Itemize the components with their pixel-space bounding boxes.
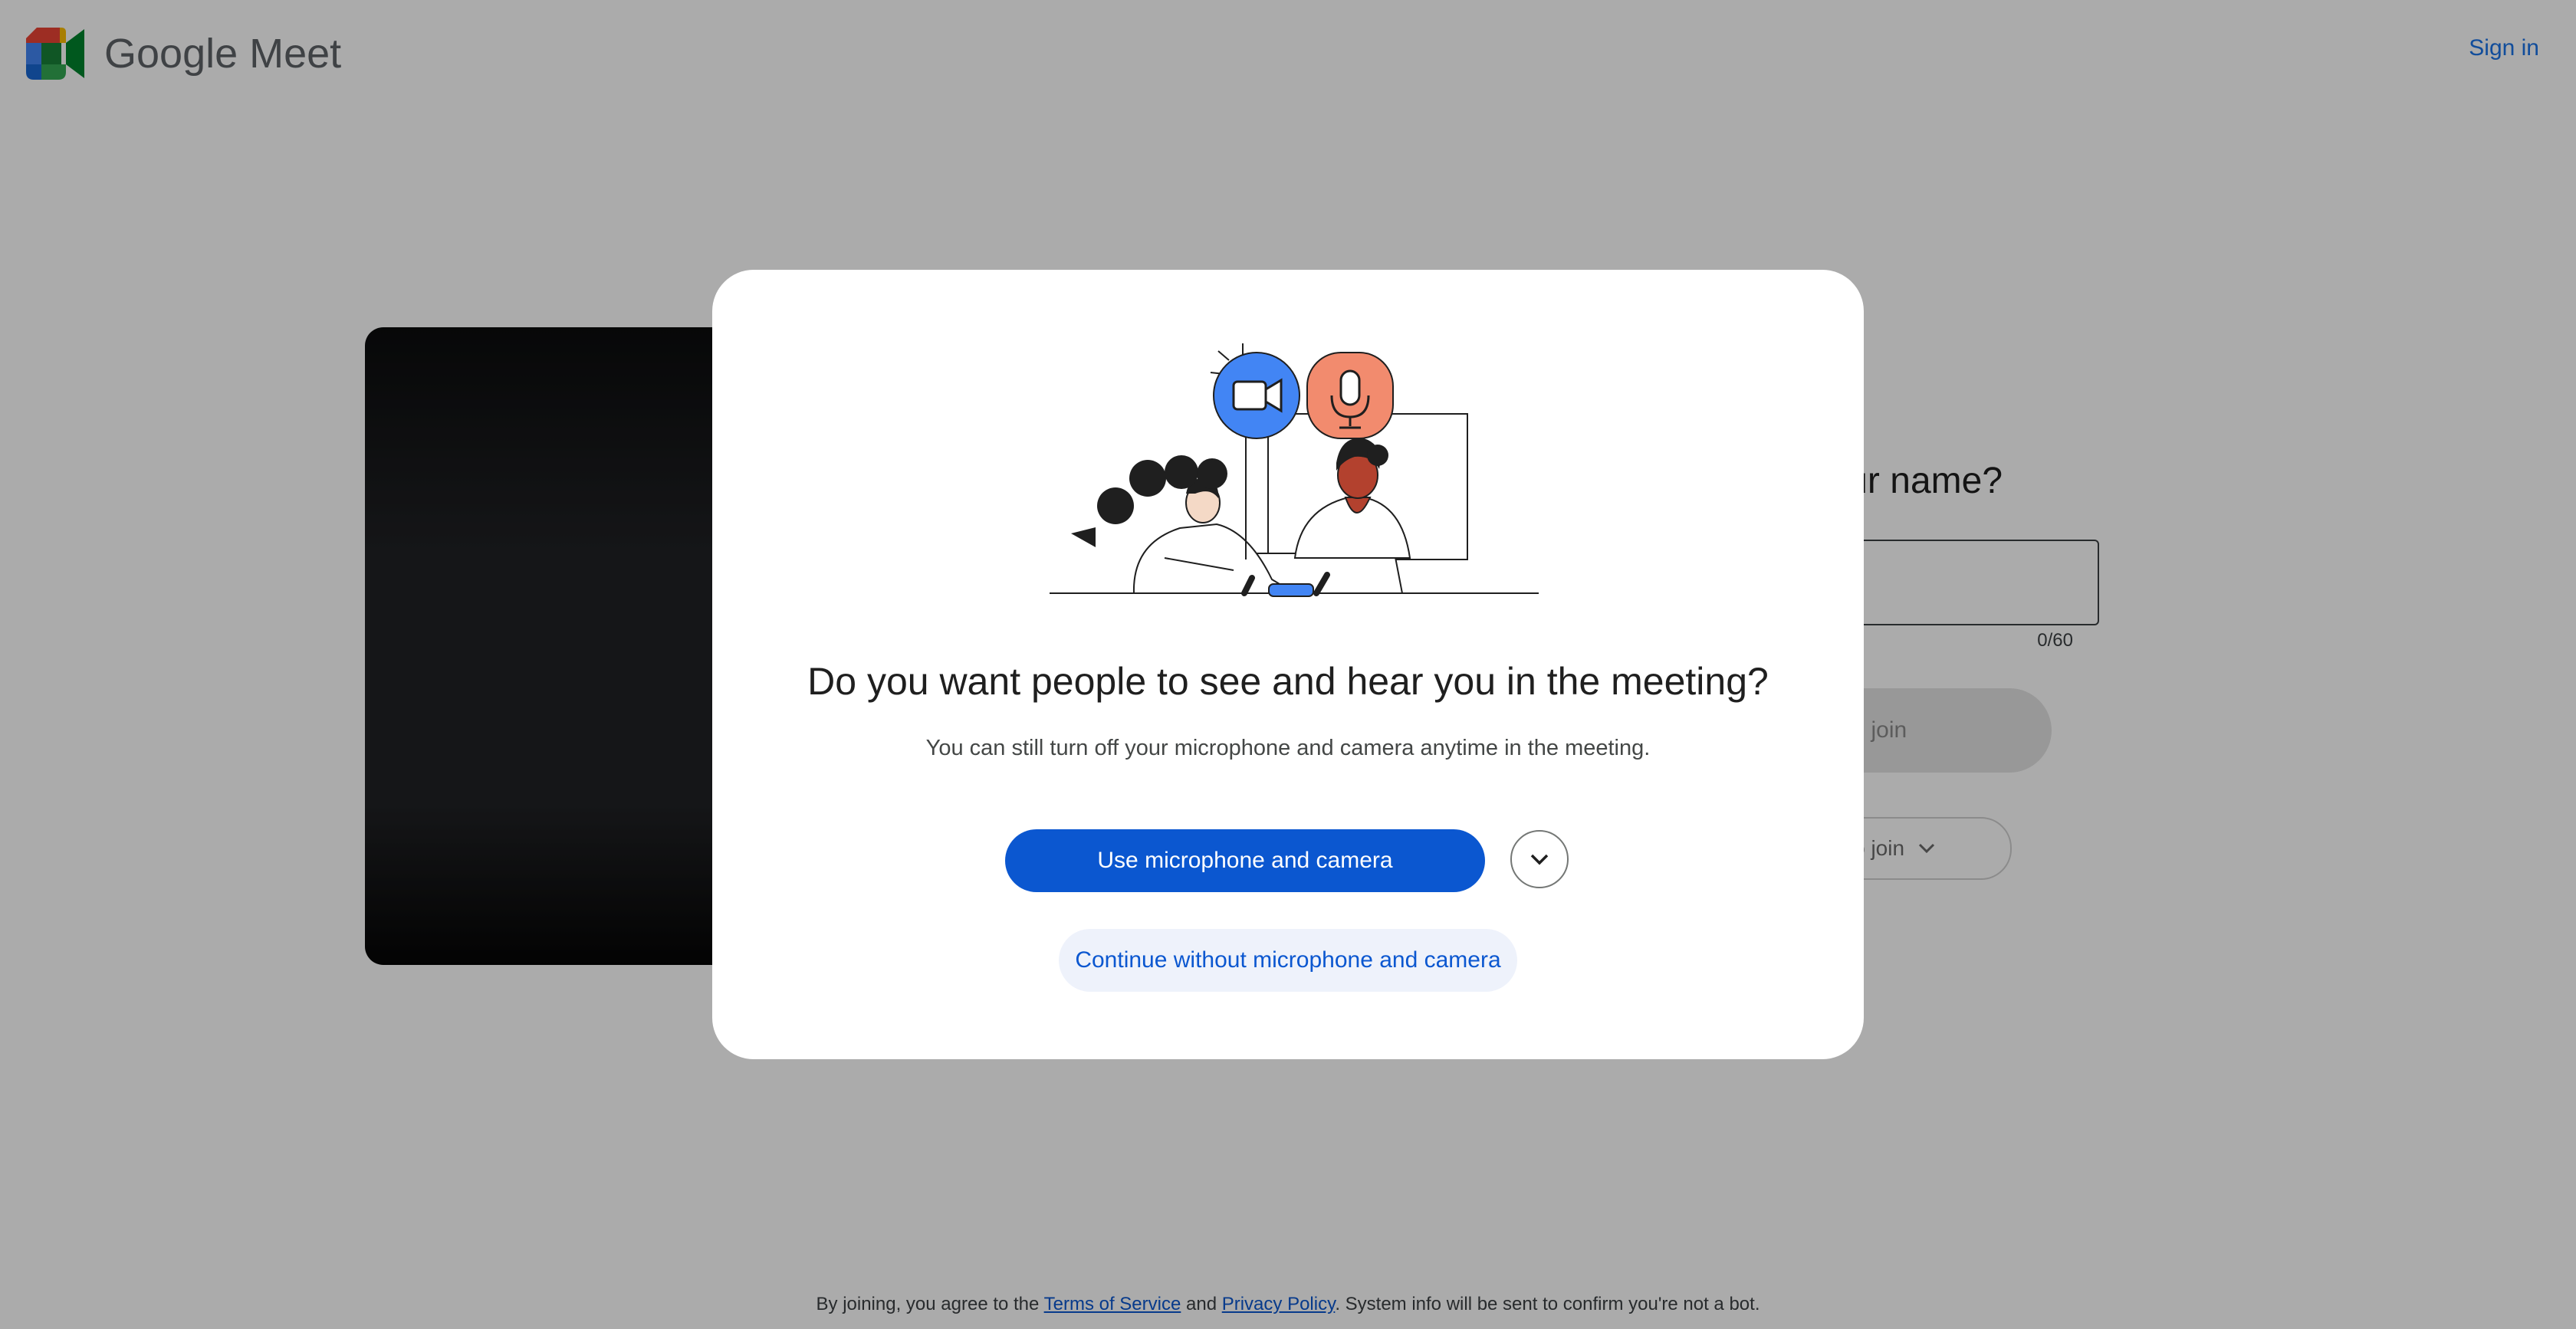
camera-icon	[1213, 352, 1300, 439]
more-options-button[interactable]	[1510, 830, 1569, 888]
dialog-subtitle: You can still turn off your microphone a…	[925, 736, 1651, 760]
continue-without-mic-camera-button[interactable]: Continue without microphone and camera	[1059, 929, 1517, 992]
dialog-title: Do you want people to see and hear you i…	[807, 660, 1769, 703]
use-microphone-and-camera-button[interactable]: Use microphone and camera	[1005, 829, 1485, 892]
meeting-illustration	[1050, 343, 1539, 597]
chevron-down-icon	[1530, 854, 1549, 865]
microphone-icon	[1306, 352, 1394, 439]
permissions-dialog: Do you want people to see and hear you i…	[712, 270, 1864, 1059]
